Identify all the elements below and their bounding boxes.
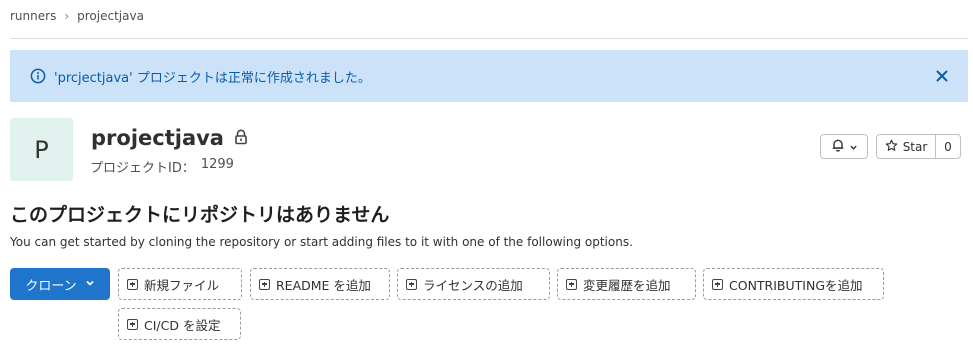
lock-icon [234,126,248,150]
add-contributing-button[interactable]: CONTRIBUTINGを追加 [703,268,884,300]
add-license-label: ライセンスの追加 [423,277,523,293]
setup-cicd-button[interactable]: CI/CD を設定 [118,308,241,340]
project-id: プロジェクトID： 1299 [90,157,234,176]
notification-dropdown-button[interactable] [820,134,868,159]
empty-repository-description: You can get started by cloning the repos… [10,235,633,249]
plus-square-icon [127,278,138,290]
add-readme-button[interactable]: README を追加 [250,268,390,300]
chevron-down-icon [849,137,858,156]
new-file-label: 新規ファイル [144,277,220,293]
project-id-value: 1299 [200,157,234,172]
plus-square-icon [127,318,138,330]
breadcrumb-item-runners[interactable]: runners [10,9,56,23]
add-license-button[interactable]: ライセンスの追加 [397,268,550,300]
project-name[interactable]: projectjava [91,126,224,150]
star-button[interactable]: Star [876,134,936,159]
close-icon[interactable] [934,68,950,84]
project-id-label: プロジェクトID： [90,161,195,176]
clone-label: クローン [25,278,77,294]
breadcrumb-item-project[interactable]: projectjava [77,9,144,23]
star-count[interactable]: 0 [936,134,961,159]
add-changelog-button[interactable]: 変更履歴を追加 [557,268,696,300]
project-created-alert: 'prcjectjava' プロジェクトは正常に作成されました。 [10,50,968,102]
breadcrumb: runners › projectjava [10,9,144,23]
plus-square-icon [566,278,577,290]
project-avatar[interactable]: P [10,118,73,181]
alert-message: 'prcjectjava' プロジェクトは正常に作成されました。 [54,70,371,86]
empty-repository-title: このプロジェクトにリポジトリはありません [10,204,390,226]
chevron-down-icon [85,277,95,292]
chevron-right-icon: › [64,9,70,23]
bell-icon [831,137,845,156]
star-label: Star [902,139,928,154]
add-changelog-label: 変更履歴を追加 [583,277,671,293]
plus-square-icon [712,278,723,290]
project-title: projectjava [91,126,248,150]
divider [10,38,968,39]
plus-square-icon [406,278,417,290]
add-contributing-label: CONTRIBUTINGを追加 [729,277,863,293]
info-icon [30,68,46,84]
clone-button[interactable]: クローン [10,268,110,300]
add-readme-label: README を追加 [276,277,371,293]
star-icon [885,139,898,155]
star-group: Star 0 [876,134,961,159]
new-file-button[interactable]: 新規ファイル [118,268,242,300]
setup-cicd-label: CI/CD を設定 [144,317,221,333]
plus-square-icon [259,278,270,290]
